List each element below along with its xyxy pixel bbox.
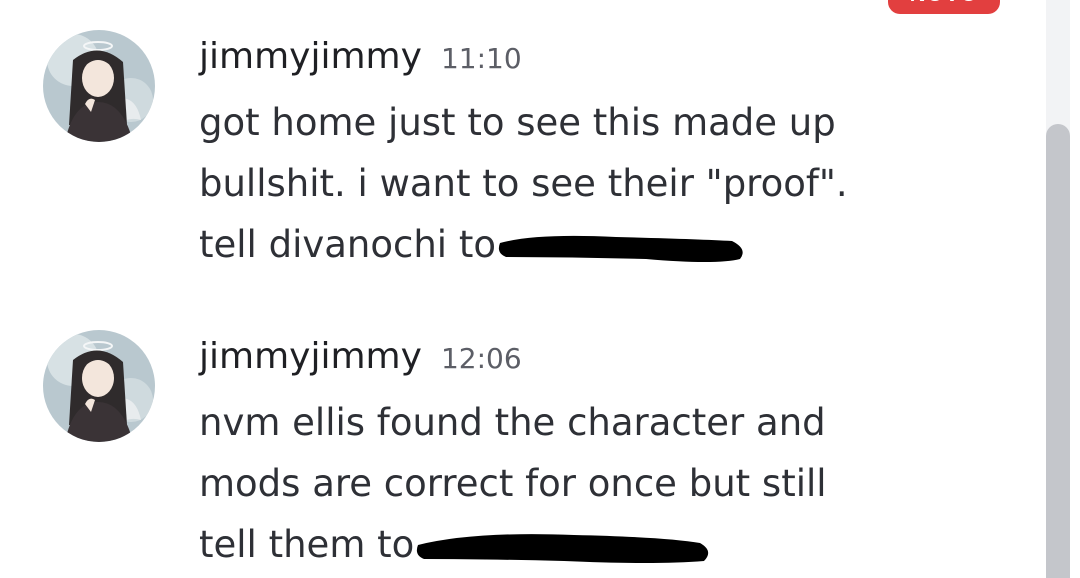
new-messages-badge[interactable]: NOVO: [888, 0, 1000, 14]
redaction-scribble: [417, 533, 709, 563]
message-line-text: tell them to: [199, 523, 415, 566]
message-line: bullshit. i want to see their "proof".: [199, 162, 848, 205]
anime-girl-angel-halo-icon: [43, 330, 155, 442]
message-line-with-redaction: tell them to: [199, 514, 999, 575]
timestamp: 12:06: [440, 342, 522, 375]
anime-girl-angel-halo-icon: [43, 30, 155, 142]
message-line-text: tell divanochi to: [199, 223, 496, 266]
avatar[interactable]: [43, 30, 155, 142]
message-line: nvm ellis found the character and: [199, 401, 826, 444]
username[interactable]: jimmyjimmy: [199, 36, 422, 77]
message-content: nvm ellis found the character and mods a…: [199, 392, 999, 575]
scrollbar-thumb[interactable]: [1046, 124, 1070, 578]
message-content: got home just to see this made up bullsh…: [199, 92, 999, 275]
message-header: jimmyjimmy 11:10: [199, 36, 522, 77]
message-line-with-redaction: tell divanochi to: [199, 214, 999, 275]
timestamp: 11:10: [440, 42, 522, 75]
avatar[interactable]: [43, 330, 155, 442]
message-line: mods are correct for once but still: [199, 462, 827, 505]
redaction-scribble: [498, 235, 743, 262]
username[interactable]: jimmyjimmy: [199, 336, 422, 377]
message-header: jimmyjimmy 12:06: [199, 336, 522, 377]
chat-view: NOVO jimmyjimmy 11:10 got home just to: [0, 0, 1080, 578]
message-line: got home just to see this made up: [199, 101, 836, 144]
